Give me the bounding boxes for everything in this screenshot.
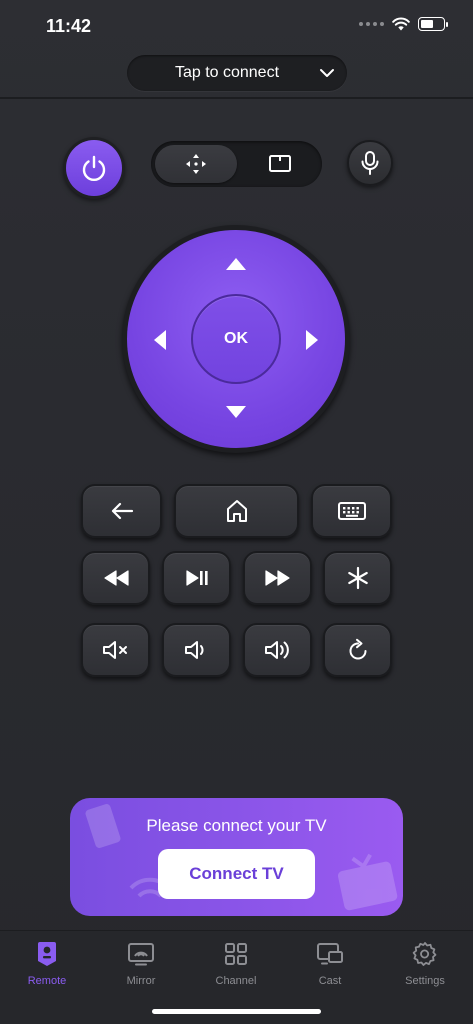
connect-tv-card: Please connect your TV Connect TV bbox=[70, 798, 403, 916]
status-bar: 11:42 bbox=[0, 0, 473, 54]
mute-button[interactable] bbox=[81, 623, 150, 677]
header-divider bbox=[0, 97, 473, 99]
fast-forward-icon bbox=[264, 570, 290, 586]
dpad-mode-icon bbox=[186, 154, 206, 174]
rewind-icon bbox=[103, 570, 129, 586]
dpad-mode-button[interactable] bbox=[155, 145, 237, 183]
rewind-button[interactable] bbox=[81, 551, 150, 605]
status-time: 11:42 bbox=[46, 16, 92, 36]
volume-down-icon bbox=[184, 641, 203, 659]
play-pause-button[interactable] bbox=[162, 551, 231, 605]
remote-screen: 11:42 Tap to connect OK Please connect y… bbox=[0, 0, 473, 1024]
keyboard-icon bbox=[337, 502, 366, 520]
chevron-down-icon bbox=[320, 69, 334, 77]
mute-icon bbox=[102, 641, 127, 659]
back-arrow-icon bbox=[111, 502, 133, 520]
connect-label: Tap to connect bbox=[174, 64, 280, 81]
fast-forward-button[interactable] bbox=[243, 551, 312, 605]
tab-mirror[interactable]: Mirror bbox=[101, 939, 181, 999]
control-mode-toggle bbox=[151, 141, 322, 187]
voice-button[interactable] bbox=[347, 140, 393, 186]
touchpad-icon bbox=[268, 155, 291, 172]
play-pause-icon bbox=[185, 570, 208, 586]
dpad-down-button[interactable] bbox=[222, 402, 250, 422]
volume-down-button[interactable] bbox=[162, 623, 231, 677]
tab-label: Cast bbox=[318, 975, 342, 987]
dpad-left-button[interactable] bbox=[150, 326, 170, 354]
tap-to-connect-dropdown[interactable]: Tap to connect bbox=[127, 55, 347, 91]
connect-tv-label: Connect TV bbox=[189, 864, 284, 883]
power-button-face bbox=[66, 140, 122, 196]
microphone-icon bbox=[361, 151, 379, 175]
gear-icon bbox=[412, 939, 438, 969]
back-button[interactable] bbox=[81, 484, 162, 538]
touchpad-mode-button[interactable] bbox=[241, 145, 318, 183]
home-indicator bbox=[152, 1009, 321, 1014]
connect-tv-button[interactable]: Connect TV bbox=[158, 849, 315, 899]
tab-channel[interactable]: Channel bbox=[196, 939, 276, 999]
keyboard-button[interactable] bbox=[311, 484, 392, 538]
channel-grid-icon bbox=[224, 939, 248, 969]
tab-cast[interactable]: Cast bbox=[290, 939, 370, 999]
signal-dots-icon bbox=[359, 22, 384, 26]
cast-icon bbox=[316, 939, 344, 969]
replay-button[interactable] bbox=[323, 623, 392, 677]
asterisk-icon bbox=[347, 566, 368, 590]
volume-up-icon bbox=[264, 641, 289, 659]
tab-label: Settings bbox=[405, 975, 445, 987]
power-icon bbox=[82, 155, 106, 182]
mirror-icon bbox=[127, 939, 155, 969]
remote-icon bbox=[36, 939, 58, 969]
tab-remote[interactable]: Remote bbox=[7, 939, 87, 999]
home-icon bbox=[226, 500, 247, 522]
dpad-right-button[interactable] bbox=[302, 326, 322, 354]
status-icons bbox=[359, 17, 448, 31]
ok-label: OK bbox=[224, 330, 248, 347]
home-button[interactable] bbox=[174, 484, 299, 538]
tab-label: Channel bbox=[215, 975, 257, 987]
tab-label: Remote bbox=[27, 975, 67, 987]
tab-settings[interactable]: Settings bbox=[385, 939, 465, 999]
power-button[interactable] bbox=[63, 137, 125, 199]
battery-icon bbox=[418, 17, 448, 31]
tv-decoration-icon bbox=[337, 853, 398, 911]
volume-up-button[interactable] bbox=[243, 623, 312, 677]
tab-label: Mirror bbox=[126, 975, 156, 987]
ok-button[interactable]: OK bbox=[191, 294, 281, 384]
replay-icon bbox=[349, 638, 366, 660]
wifi-icon bbox=[392, 17, 410, 31]
options-star-button[interactable] bbox=[323, 551, 392, 605]
connect-card-title: Please connect your TV bbox=[146, 816, 327, 835]
dpad-up-button[interactable] bbox=[222, 254, 250, 274]
